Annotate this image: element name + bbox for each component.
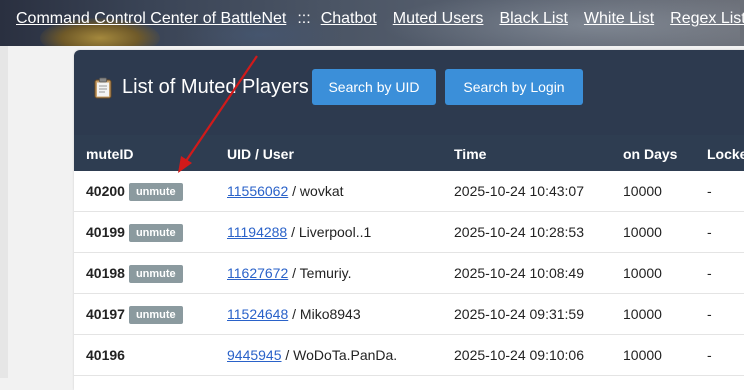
locked-status: - <box>707 224 712 240</box>
table-row: 40200 unmute 11556062 / wovkat 2025-10-24… <box>74 171 744 212</box>
locked-status: - <box>707 347 712 363</box>
username: / WoDoTa.PanDa. <box>281 347 398 363</box>
mute-id: 40200 unmute <box>86 183 183 201</box>
username: / Liverpool..1 <box>287 224 372 240</box>
column-header-locked: Locke <box>707 146 744 162</box>
uid-user-cell: 11627672 / Temuriy. <box>227 265 352 281</box>
clipboard-icon <box>94 77 112 99</box>
mute-days: 10000 <box>623 183 662 199</box>
mute-time: 2025-10-24 09:10:06 <box>454 347 584 363</box>
uid-link[interactable]: 9445945 <box>227 347 282 363</box>
uid-link[interactable]: 11524648 <box>227 306 288 322</box>
mute-id: 40196 <box>86 347 125 363</box>
nav-links: Command Control Center of BattleNet::: Ch… <box>16 10 744 28</box>
uid-user-cell: 11524648 / Miko8943 <box>227 306 361 322</box>
mute-days: 10000 <box>623 306 662 322</box>
unmute-button[interactable]: unmute <box>128 306 183 324</box>
username: / wovkat <box>288 183 344 199</box>
mute-time: 2025-10-24 10:08:49 <box>454 265 584 281</box>
uid-user-cell: 11556062 / wovkat <box>227 183 344 199</box>
top-navbar: Command Control Center of BattleNet::: Ch… <box>0 0 744 46</box>
site-title-link[interactable]: Command Control Center of BattleNet <box>16 10 286 27</box>
table-row: 40196 9445945 / WoDoTa.PanDa. 2025-10-24… <box>74 335 744 376</box>
mute-id: 40199 unmute <box>86 224 183 242</box>
uid-link[interactable]: 11627672 <box>227 265 288 281</box>
table-row: 40197 unmute 11524648 / Miko8943 2025-10-… <box>74 294 744 335</box>
page-margin <box>0 46 8 378</box>
column-header-on-days: on Days <box>623 146 678 162</box>
mute-id: 40197 unmute <box>86 306 183 324</box>
search-by-uid-button[interactable]: Search by UID <box>312 69 436 105</box>
muted-players-card: List of Muted Players Search by UID Sear… <box>74 50 744 390</box>
nav-link-white-list[interactable]: White List <box>584 10 654 27</box>
nav-link-muted-users[interactable]: Muted Users <box>393 10 484 27</box>
table-header: muteID UID / User Time on Days Locke <box>74 135 744 171</box>
unmute-button[interactable]: unmute <box>128 183 183 201</box>
search-by-login-button[interactable]: Search by Login <box>445 69 583 105</box>
unmute-button[interactable]: unmute <box>128 224 183 242</box>
uid-user-cell: 11194288 / Liverpool..1 <box>227 224 371 240</box>
column-header-uid-user: UID / User <box>227 146 294 162</box>
card-title: List of Muted Players <box>94 76 309 99</box>
locked-status: - <box>707 265 712 281</box>
column-header-muteid: muteID <box>86 146 134 162</box>
uid-link[interactable]: 11556062 <box>227 183 288 199</box>
nav-separator: ::: <box>297 10 311 27</box>
mute-time: 2025-10-24 10:43:07 <box>454 183 584 199</box>
mute-time: 2025-10-24 09:31:59 <box>454 306 584 322</box>
uid-link[interactable]: 11194288 <box>227 224 287 240</box>
mute-time: 2025-10-24 10:28:53 <box>454 224 584 240</box>
table-row: 40199 unmute 11194288 / Liverpool..1 2025… <box>74 212 744 253</box>
locked-status: - <box>707 183 712 199</box>
nav-link-regex-list[interactable]: Regex List <box>670 10 744 27</box>
muted-players-table-body: 40200 unmute 11556062 / wovkat 2025-10-24… <box>74 171 744 376</box>
locked-status: - <box>707 306 712 322</box>
username: / Temuriy. <box>288 265 352 281</box>
nav-link-black-list[interactable]: Black List <box>499 10 567 27</box>
uid-user-cell: 9445945 / WoDoTa.PanDa. <box>227 347 397 363</box>
card-header: List of Muted Players Search by UID Sear… <box>74 50 744 135</box>
mute-days: 10000 <box>623 347 662 363</box>
mute-days: 10000 <box>623 224 662 240</box>
unmute-button[interactable]: unmute <box>128 265 183 283</box>
table-row: 40198 unmute 11627672 / Temuriy. 2025-10-… <box>74 253 744 294</box>
mute-days: 10000 <box>623 265 662 281</box>
nav-link-chatbot[interactable]: Chatbot <box>321 10 377 27</box>
card-title-text: List of Muted Players <box>122 76 309 98</box>
username: / Miko8943 <box>288 306 361 322</box>
column-header-time: Time <box>454 146 487 162</box>
mute-id: 40198 unmute <box>86 265 183 283</box>
